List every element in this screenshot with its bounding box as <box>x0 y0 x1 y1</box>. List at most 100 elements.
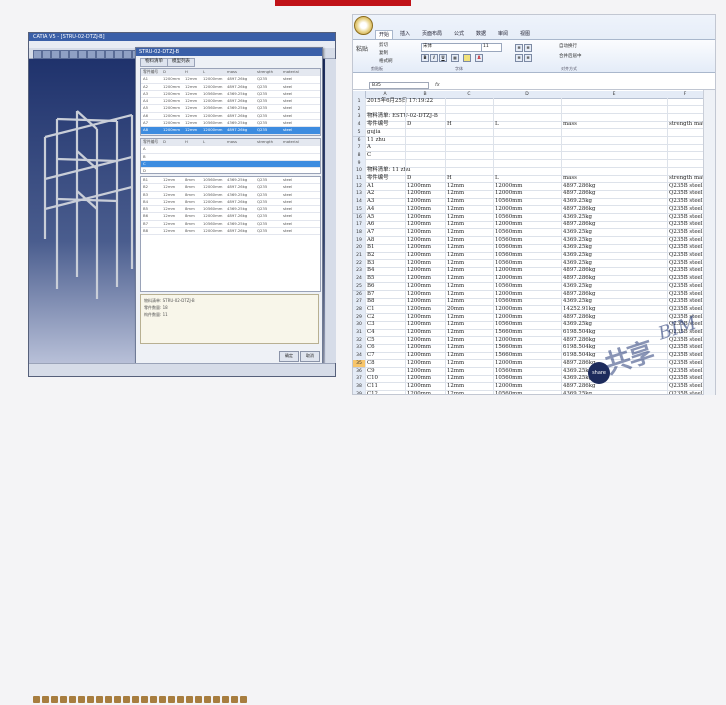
cad-bottom-tool-icon[interactable] <box>159 696 166 703</box>
cell[interactable]: Q235B steel <box>669 260 702 268</box>
cell[interactable]: C12 <box>367 391 378 394</box>
cell[interactable]: 12mm <box>447 314 464 322</box>
grid-row[interactable]: A1 1200mm 12mm 12000mm 4897.26kg Q235 steel <box>141 76 320 84</box>
font-color-icon[interactable]: A <box>475 54 483 62</box>
cell[interactable]: 12mm <box>447 298 464 306</box>
ribbon-tab[interactable]: 公式 <box>451 30 467 39</box>
cad-right-toolbar[interactable] <box>325 59 336 363</box>
cell[interactable]: H <box>447 121 452 129</box>
cell[interactable]: 10560mm <box>495 237 522 245</box>
cell[interactable]: 12mm <box>447 360 464 368</box>
cad-bottom-tool-icon[interactable] <box>96 696 103 703</box>
cad-bottom-tool-icon[interactable] <box>78 696 85 703</box>
cell[interactable]: Q235B steel <box>669 229 702 237</box>
font-size-select[interactable]: 11 <box>481 43 502 52</box>
tab-model-list[interactable]: 模型列表 <box>167 58 195 67</box>
cell[interactable]: B8 <box>367 298 374 306</box>
cell[interactable]: 1200mm <box>407 198 431 206</box>
cell[interactable]: 11 zhu <box>367 137 385 145</box>
cell[interactable]: 10560mm <box>495 244 522 252</box>
ribbon-tab[interactable]: 数据 <box>473 30 489 39</box>
grid-row[interactable]: B8 12mm 8mm 12000mm 4897.26kg Q235 steel <box>141 228 320 236</box>
cell[interactable]: 2015年6月25日 17:19:22 <box>367 98 433 106</box>
cell[interactable]: C1 <box>367 306 375 314</box>
cell[interactable]: 12mm <box>447 252 464 260</box>
cell[interactable]: A4 <box>367 206 374 214</box>
cell[interactable]: 4897.286kg <box>563 221 595 229</box>
cell[interactable]: 1200mm <box>407 306 431 314</box>
cad-bottom-tool-icon[interactable] <box>240 696 247 703</box>
cad-bottom-tool-icon[interactable] <box>42 696 49 703</box>
cell[interactable]: C7 <box>367 352 375 360</box>
cell[interactable]: 4369.25kg <box>563 229 592 237</box>
cell[interactable]: 10560mm <box>495 391 522 394</box>
cell[interactable]: 4369.25kg <box>563 298 592 306</box>
cell[interactable]: Q235B steel <box>669 190 702 198</box>
align-middle-icon[interactable]: ≡ <box>524 44 532 52</box>
cell[interactable]: 物料清单: ESTU-02-DTZJ-B <box>367 113 438 121</box>
cell[interactable]: 12mm <box>447 206 464 214</box>
underline-icon[interactable]: U <box>439 54 447 62</box>
ok-button[interactable]: 确定 <box>279 351 299 362</box>
cad-tool-icon[interactable] <box>87 50 96 59</box>
cell[interactable]: C8 <box>367 360 375 368</box>
wrap-text-button[interactable]: 自动换行 <box>559 43 577 49</box>
cell[interactable]: Q235B steel <box>669 252 702 260</box>
cell[interactable]: 12000mm <box>495 206 522 214</box>
cad-tool-icon[interactable] <box>114 50 123 59</box>
cell[interactable]: Q235B steel <box>669 206 702 214</box>
bold-icon[interactable]: B <box>421 54 429 62</box>
cell[interactable]: 12000mm <box>495 306 522 314</box>
ribbon-tab[interactable]: 审阅 <box>495 30 511 39</box>
cell[interactable]: C10 <box>367 375 378 383</box>
cell[interactable]: 4369.25kg <box>563 214 592 222</box>
grid-row[interactable]: B1 12mm 8mm 10560mm 4369.25kg Q235 steel <box>141 177 320 185</box>
cell[interactable]: 12mm <box>447 183 464 191</box>
grid-row[interactable]: B7 12mm 8mm 10560mm 4369.25kg Q235 steel <box>141 221 320 229</box>
grid-row[interactable]: A8 1200mm 12mm 12000mm 4897.26kg Q235 steel <box>141 127 320 135</box>
grid-row[interactable]: D <box>141 168 320 173</box>
cell[interactable]: 1200mm <box>407 291 431 299</box>
cell[interactable]: 12mm <box>447 368 464 376</box>
cell[interactable]: 4897.286kg <box>563 267 595 275</box>
grid-row[interactable]: A4 1200mm 12mm 12000mm 4897.26kg Q235 steel <box>141 98 320 106</box>
parts-grid-bottom[interactable]: B1 12mm 8mm 10560mm 4369.25kg Q235 steel B2 12mm… <box>140 176 321 292</box>
cell[interactable]: 1200mm <box>407 391 431 394</box>
cad-bottom-tool-icon[interactable] <box>231 696 238 703</box>
cell[interactable]: 1200mm <box>407 337 431 345</box>
cell[interactable]: H <box>447 175 452 183</box>
cell[interactable]: 12mm <box>447 391 464 394</box>
cell[interactable]: 1200mm <box>407 344 431 352</box>
cell[interactable]: 物料清单: 11 zhu <box>367 167 410 175</box>
cell[interactable]: C11 <box>367 383 378 391</box>
cell[interactable]: D <box>407 121 411 129</box>
cell[interactable]: 12mm <box>447 237 464 245</box>
cell[interactable]: 12000mm <box>495 221 522 229</box>
cell[interactable]: 12mm <box>447 375 464 383</box>
cell[interactable]: 1200mm <box>407 329 431 337</box>
cell[interactable]: 12mm <box>447 260 464 268</box>
cell[interactable]: 4897.286kg <box>563 183 595 191</box>
cell[interactable]: 15660mm <box>495 352 522 360</box>
cell[interactable]: 4369.25kg <box>563 260 592 268</box>
cell[interactable]: 4897.286kg <box>563 206 595 214</box>
cell[interactable]: 1200mm <box>407 275 431 283</box>
cell[interactable]: 12mm <box>447 321 464 329</box>
cell[interactable]: C2 <box>367 314 375 322</box>
cell[interactable]: B4 <box>367 267 374 275</box>
cell[interactable]: Q235B steel <box>669 283 702 291</box>
grid-row[interactable]: A2 1200mm 12mm 12000mm 4897.26kg Q235 steel <box>141 84 320 91</box>
cad-bottom-tool-icon[interactable] <box>114 696 121 703</box>
cell[interactable]: 12000mm <box>495 360 522 368</box>
cad-tool-icon[interactable] <box>60 50 69 59</box>
borders-icon[interactable]: ▦ <box>451 54 459 62</box>
cell[interactable]: 4897.286kg <box>563 275 595 283</box>
cad-bottom-tool-icon[interactable] <box>204 696 211 703</box>
cell[interactable]: A5 <box>367 214 374 222</box>
merge-center-button[interactable]: 合并后居中 <box>559 53 582 59</box>
cell[interactable]: 1200mm <box>407 360 431 368</box>
cell[interactable]: 1200mm <box>407 190 431 198</box>
cell[interactable]: 1200mm <box>407 283 431 291</box>
cell[interactable]: 4369.25kg <box>563 237 592 245</box>
cad-tool-icon[interactable] <box>123 50 132 59</box>
